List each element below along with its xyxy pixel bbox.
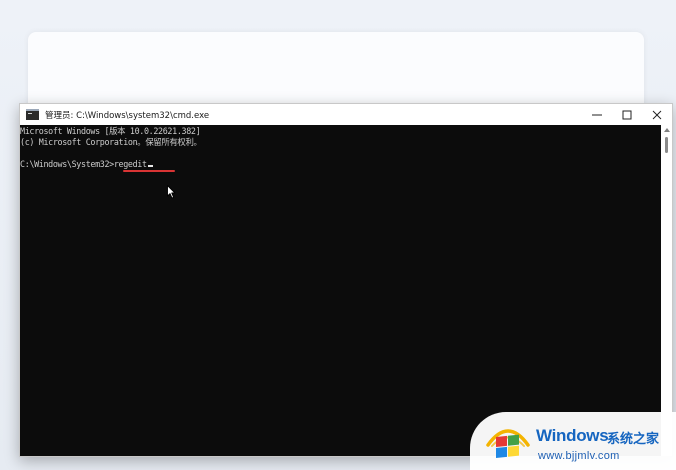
- console-line-version: Microsoft Windows [版本 10.0.22621.382]: [20, 126, 201, 136]
- title-bar[interactable]: 管理员: C:\Windows\system32\cmd.exe: [20, 104, 672, 125]
- console-prompt: C:\Windows\System32>: [20, 159, 114, 169]
- console-output[interactable]: Microsoft Windows [版本 10.0.22621.382] (c…: [20, 125, 661, 456]
- cmd-window[interactable]: 管理员: C:\Windows\system32\cmd.exe Microso…: [19, 103, 673, 457]
- desktop-background: 管理员: C:\Windows\system32\cmd.exe Microso…: [0, 0, 676, 470]
- cmd-icon: [26, 109, 39, 120]
- minimize-icon: [592, 114, 602, 115]
- maximize-icon: [622, 110, 632, 119]
- vertical-scrollbar[interactable]: [661, 125, 672, 456]
- close-icon: [652, 110, 662, 119]
- window-title: 管理员: C:\Windows\system32\cmd.exe: [45, 110, 210, 121]
- console-line-copyright: (c) Microsoft Corporation。保留所有权利。: [20, 137, 202, 147]
- watermark-url: www.bjjmlv.com: [538, 450, 620, 462]
- watermark-badge: Windows 系统之家 www.bjjmlv.com: [470, 412, 676, 470]
- scroll-up-arrow-icon[interactable]: [664, 128, 670, 132]
- watermark-brand: Windows: [536, 426, 609, 445]
- close-button[interactable]: [642, 104, 672, 125]
- watermark-brand-cn: 系统之家: [607, 432, 660, 447]
- mouse-pointer-icon: [167, 185, 176, 199]
- windows-logo-icon: [486, 429, 530, 458]
- maximize-button[interactable]: [612, 104, 642, 125]
- red-underline-annotation: [123, 170, 175, 172]
- console-prompt-line[interactable]: C:\Windows\System32>regedit: [20, 159, 661, 170]
- scroll-thumb[interactable]: [665, 137, 668, 153]
- window-controls: [582, 104, 672, 125]
- typed-command[interactable]: regedit: [114, 159, 147, 169]
- text-cursor: [147, 165, 153, 167]
- minimize-button[interactable]: [582, 104, 612, 125]
